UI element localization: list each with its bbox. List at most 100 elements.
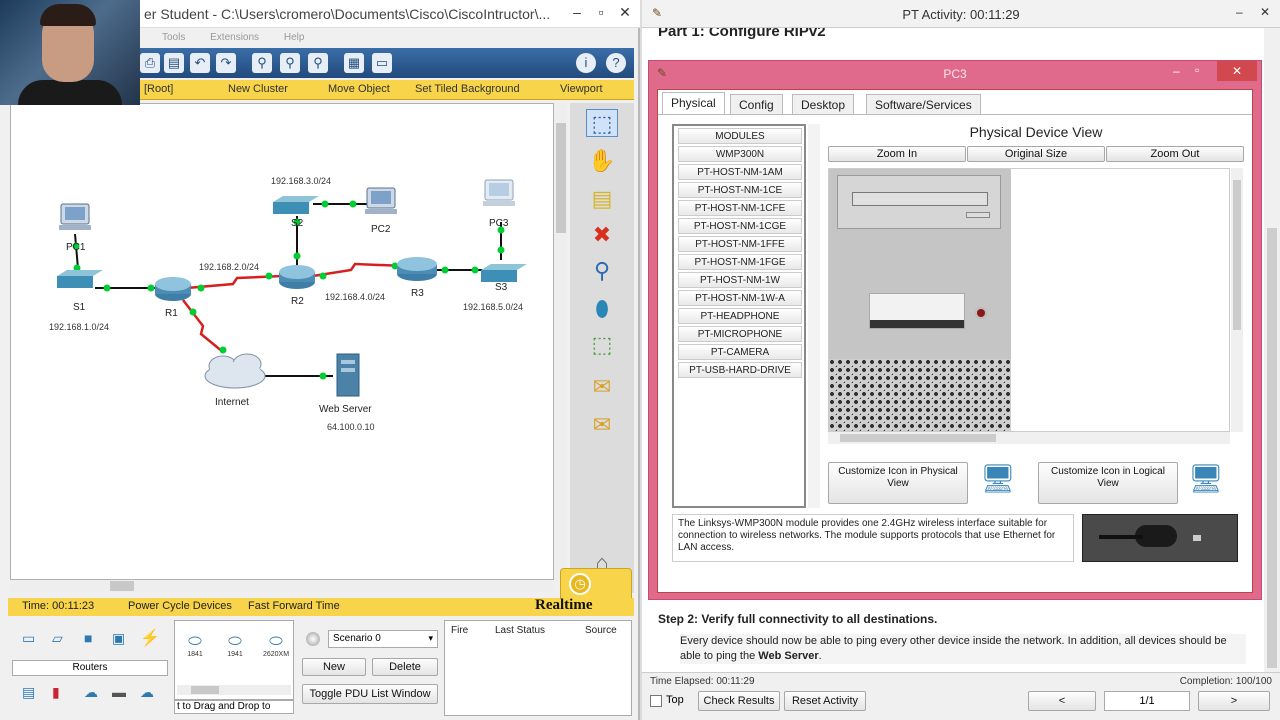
modules-scrollbar[interactable] [808,124,820,508]
connections-category-icon[interactable]: ⚡ [140,628,160,648]
chevron-down-icon: ▾ [428,633,433,643]
module-item[interactable]: PT-CAMERA [678,344,802,360]
device-image-vscroll[interactable] [1231,168,1243,432]
menu-extensions[interactable]: Extensions [210,32,259,43]
minimize-icon[interactable]: – [1173,64,1180,78]
module-item[interactable]: PT-HOST-NM-1CGE [678,218,802,234]
model-1941[interactable]: ⬭ 1941 [219,633,251,658]
zoom-in-icon[interactable]: ⚲ [252,53,272,73]
logical-workspace-canvas[interactable]: PC1 S1 192.168.1.0/24 R1 192.168.2.0/24 … [10,103,554,580]
redo-icon[interactable]: ↷ [216,53,236,73]
top-checkbox[interactable] [650,695,662,707]
security-category-icon[interactable]: ▮ [52,684,60,701]
help-icon[interactable]: ? [606,53,626,73]
menu-tools[interactable]: Tools [162,32,185,43]
module-item[interactable]: PT-HOST-NM-1W [678,272,802,288]
customize-physical-button[interactable]: Customize Icon in Physical View [828,462,968,504]
tab-config[interactable]: Config [730,94,783,114]
activity-wizard-icon[interactable]: ▤ [164,53,184,73]
new-cluster-button[interactable]: New Cluster [228,83,288,95]
set-tiled-background-button[interactable]: Set Tiled Background [415,83,520,95]
draw-shape-icon[interactable]: ⬮ [586,295,618,323]
module-item[interactable]: PT-MICROPHONE [678,326,802,342]
canvas-horizontal-scrollbar[interactable] [10,580,554,592]
tab-physical[interactable]: Physical [662,92,725,114]
maximize-icon[interactable]: ▫ [1195,63,1199,77]
model-2620xm[interactable]: ⬭ 2620XM [259,633,293,658]
minimize-icon[interactable]: – [1236,5,1243,19]
power-button-icon[interactable] [975,307,987,319]
step2-heading: Step 2: Verify full connectivity to all … [658,612,938,626]
module-image [1082,514,1238,562]
custom-category-icon[interactable]: ▬ [112,684,126,700]
new-scenario-button[interactable]: New [302,658,366,676]
add-complex-pdu-icon[interactable]: ✉ [586,411,618,439]
zoom-out-button[interactable]: Zoom Out [1106,146,1244,162]
close-icon[interactable]: ✕ [614,4,636,21]
end-devices-category-icon[interactable]: ▤ [22,684,35,701]
page-indicator[interactable]: 1/1 [1104,691,1190,711]
select-icon[interactable]: ⬚ [586,109,618,137]
menu-help[interactable]: Help [284,32,305,43]
fast-forward-button[interactable]: Fast Forward Time [248,600,340,612]
close-icon[interactable]: ✕ [1217,61,1257,81]
module-item[interactable]: PT-HOST-NM-1W-A [678,290,802,306]
root-button[interactable]: [Root] [144,83,173,95]
note-icon[interactable]: ▤ [586,185,618,213]
customize-logical-button[interactable]: Customize Icon in Logical View [1038,462,1178,504]
model-1841[interactable]: ⬭ 1841 [179,633,211,658]
move-object-button[interactable]: Move Object [328,83,390,95]
models-scrollbar[interactable] [177,685,291,695]
delete-scenario-button[interactable]: Delete [372,658,438,676]
switches-category-icon[interactable]: ▱ [52,630,63,647]
device-image-area[interactable] [828,168,1230,432]
module-item[interactable]: PT-HOST-NM-1FGE [678,254,802,270]
reset-activity-button[interactable]: Reset Activity [784,691,866,711]
multiuser-category-icon[interactable]: ☁ [140,684,154,701]
palette-icon[interactable]: ▦ [344,53,364,73]
wan-emulation-category-icon[interactable]: ☁ [84,684,98,701]
original-size-button[interactable]: Original Size [967,146,1105,162]
power-cycle-button[interactable]: Power Cycle Devices [128,600,232,612]
custom-device-icon[interactable]: ▭ [372,53,392,73]
wireless-category-icon[interactable]: ▣ [112,630,125,647]
module-item[interactable]: PT-HEADPHONE [678,308,802,324]
link-light [471,266,479,274]
internet-label: Internet [215,397,249,408]
close-icon[interactable]: ✕ [1260,5,1270,19]
undo-icon[interactable]: ↶ [190,53,210,73]
previous-page-button[interactable]: < [1028,691,1096,711]
routers-category-icon[interactable]: ▭ [22,630,35,647]
module-item[interactable]: PT-USB-HARD-DRIVE [678,362,802,378]
activity-title: PT Activity: 00:11:29 [902,7,1020,22]
hand-icon[interactable]: ✋ [586,147,618,175]
scenario-select[interactable]: Scenario 0 ▾ [328,630,438,648]
viewport-button[interactable]: Viewport [560,83,603,95]
delete-icon[interactable]: ✖ [586,221,618,249]
device-image-hscroll[interactable] [828,432,1230,444]
next-page-button[interactable]: > [1198,691,1270,711]
toggle-pdu-list-button[interactable]: Toggle PDU List Window [302,684,438,704]
check-results-button[interactable]: Check Results [698,691,780,711]
module-item[interactable]: WMP300N [678,146,802,162]
tab-software-services[interactable]: Software/Services [866,94,981,114]
module-item[interactable]: PT-HOST-NM-1AM [678,164,802,180]
info-icon[interactable]: i [576,53,596,73]
module-item[interactable]: PT-HOST-NM-1CE [678,182,802,198]
resize-shape-icon[interactable]: ⬚ [586,331,618,359]
print-icon[interactable]: ⎙ [140,53,160,73]
minimize-icon[interactable]: – [566,4,588,20]
zoom-out-icon[interactable]: ⚲ [308,53,328,73]
r1-router-icon [155,277,191,301]
canvas-vertical-scrollbar[interactable] [555,103,567,580]
inspect-icon[interactable]: ⚲ [586,257,618,285]
add-simple-pdu-icon[interactable]: ✉ [586,373,618,401]
module-item[interactable]: PT-HOST-NM-1CFE [678,200,802,216]
module-item[interactable]: PT-HOST-NM-1FFE [678,236,802,252]
hubs-category-icon[interactable]: ■ [84,630,92,646]
tab-desktop[interactable]: Desktop [792,94,855,114]
zoom-in-button[interactable]: Zoom In [828,146,966,162]
activity-scrollbar[interactable] [1264,28,1280,672]
zoom-reset-icon[interactable]: ⚲ [280,53,300,73]
maximize-icon[interactable]: ▫ [590,4,612,20]
